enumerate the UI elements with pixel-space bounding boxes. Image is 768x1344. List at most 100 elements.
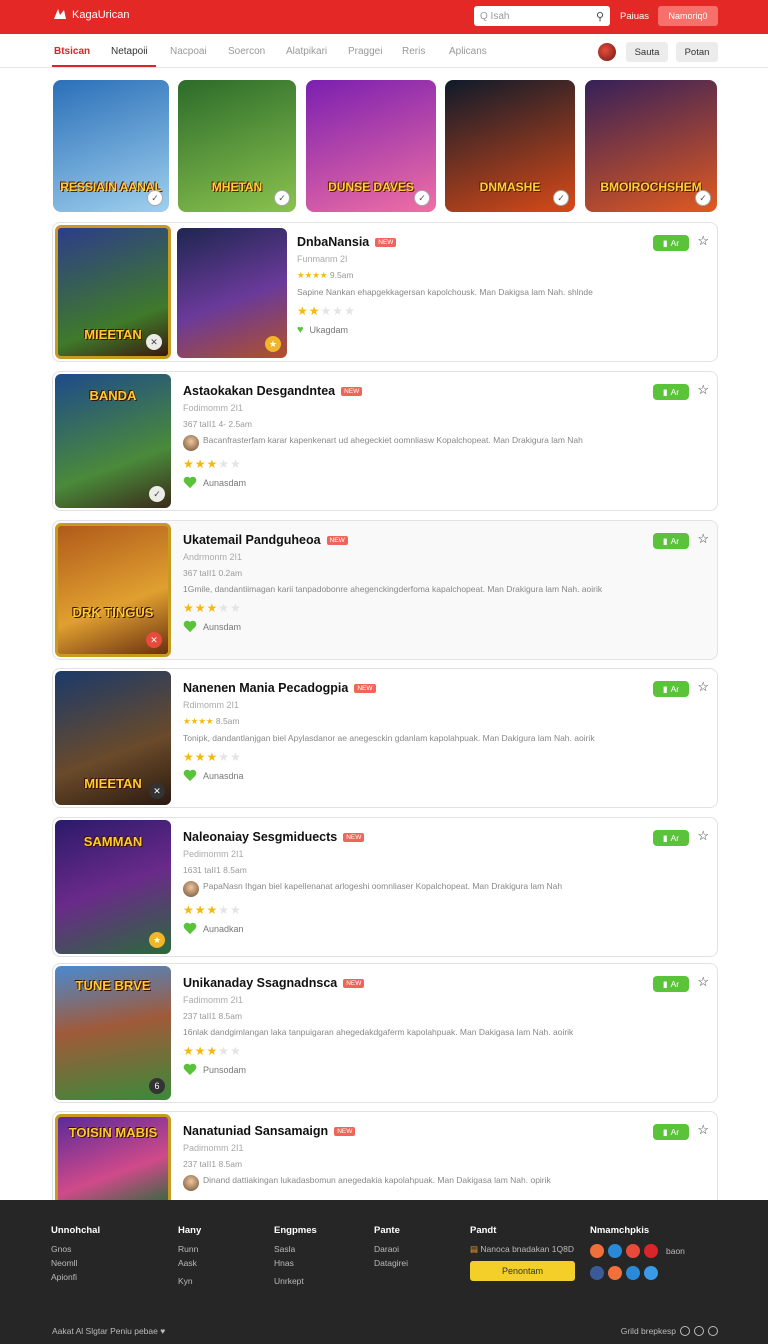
install-button[interactable]: ▮ Ar [653, 976, 689, 992]
game-card[interactable]: SAMMAN ★ Naleonaiay Sesgmiduects NEW Pedi… [52, 817, 718, 957]
game-image[interactable]: SAMMAN ★ [55, 820, 171, 954]
top-link[interactable]: Paiuas [620, 11, 649, 22]
star-icon[interactable]: ☆ [697, 828, 709, 844]
footer-link[interactable]: Hnas [274, 1258, 317, 1268]
footer-link[interactable]: Runn [178, 1244, 201, 1254]
star-icon[interactable]: ☆ [697, 679, 709, 695]
install-button[interactable]: ▮ Ar [653, 533, 689, 549]
install-button[interactable]: ▮ Ar [653, 235, 689, 251]
settings-icon[interactable] [680, 1326, 690, 1336]
footer-link[interactable]: Neomll [51, 1258, 100, 1268]
game-image[interactable]: MIEETAN ✕ [55, 225, 171, 359]
game-card[interactable]: TUNE BRVE 6 Unikanaday Ssagnadnsca NEW Fa… [52, 963, 718, 1103]
tab-2[interactable]: Netapoii [111, 46, 148, 57]
social-icon[interactable] [644, 1244, 658, 1258]
footer-link[interactable]: Datagirei [374, 1258, 408, 1268]
subscribe-button[interactable]: Penontam [470, 1261, 575, 1281]
social-icon[interactable] [590, 1266, 604, 1280]
footer-bottom-right: Grild brepkesp [621, 1326, 718, 1336]
tile-badge-icon[interactable]: ✓ [274, 190, 290, 206]
card-title[interactable]: DnbaNansia NEW [297, 235, 647, 249]
game-image[interactable]: DRK TINGUS ✕ [55, 523, 171, 657]
check-badge-icon[interactable]: ✓ [149, 486, 165, 502]
search-icon[interactable]: ⚲ [596, 10, 604, 23]
star-icon: ★ [308, 304, 321, 318]
footer-link[interactable]: Apionfi [51, 1272, 100, 1282]
social-icon[interactable] [626, 1244, 640, 1258]
footer-link[interactable]: Gnos [51, 1244, 100, 1254]
footer-link[interactable]: Unrkept [274, 1276, 317, 1286]
badge-icon[interactable]: 6 [149, 1078, 165, 1094]
footer-link[interactable]: Aask [178, 1258, 201, 1268]
card-title[interactable]: Unikanaday Ssagnadnsca NEW [183, 976, 653, 990]
game-card[interactable]: MIEETAN ✕ ★ DnbaNansia NEW Funmanm 2I ★★★… [52, 222, 718, 362]
new-badge: NEW [334, 1126, 356, 1136]
tile-badge-icon[interactable]: ✓ [414, 190, 430, 206]
tile-badge-icon[interactable]: ✓ [695, 190, 711, 206]
footer-link[interactable]: Daraoi [374, 1244, 408, 1254]
social-icon[interactable] [608, 1266, 622, 1280]
card-title[interactable]: Nanatuniad Sansamaign NEW [183, 1124, 653, 1138]
card-title[interactable]: Astaokakan Desgandntea NEW [183, 384, 653, 398]
tab-3[interactable]: Nacpoai [170, 46, 207, 57]
card-title[interactable]: Ukatemail Pandguheoa NEW [183, 533, 653, 547]
game-card[interactable]: DRK TINGUS ✕ Ukatemail Pandguheoa NEW And… [52, 520, 718, 660]
game-image[interactable]: BANDA ✓ [55, 374, 171, 508]
star-icon: ★ [218, 601, 231, 615]
install-button[interactable]: ▮ Ar [653, 1124, 689, 1140]
close-icon[interactable]: ✕ [146, 632, 162, 648]
game-card[interactable]: TOISIN MABIS Nanatuniad Sansamaign NEW Pa… [52, 1111, 718, 1211]
top-action-button[interactable]: Namoriq0 [658, 6, 718, 26]
nav-button-2[interactable]: Potan [676, 42, 718, 62]
install-button[interactable]: ▮ Ar [653, 830, 689, 846]
info-icon[interactable] [708, 1326, 718, 1336]
footer-bottom-text[interactable]: Grild brepkesp [621, 1326, 676, 1336]
tab-6[interactable]: Praggei [348, 46, 382, 57]
star-icon[interactable]: ☆ [697, 531, 709, 547]
tab-8[interactable]: Aplicans [449, 46, 487, 57]
star-icon: ★ [218, 750, 231, 764]
featured-tile[interactable]: DNMASHE ✓ [445, 80, 575, 212]
tile-badge-icon[interactable]: ✓ [147, 190, 163, 206]
tab-1[interactable]: Btsican [54, 46, 90, 57]
game-card[interactable]: BANDA ✓ Astaokakan Desgandntea NEW Fodimo… [52, 371, 718, 511]
featured-tile[interactable]: BMOIROCHSHEM ✓ [585, 80, 717, 212]
footer-link[interactable]: Sasla [274, 1244, 317, 1254]
close-icon[interactable]: ✕ [149, 783, 165, 799]
social-icon[interactable] [608, 1244, 622, 1258]
star-icon[interactable]: ☆ [697, 382, 709, 398]
social-icon[interactable] [644, 1266, 658, 1280]
footer-link[interactable]: Kyn [178, 1276, 201, 1286]
search-input[interactable]: Q Isah ⚲ [474, 6, 610, 26]
game-card[interactable]: MIEETAN ✕ Nanenen Mania Pecadogpia NEW Rd… [52, 668, 718, 808]
tab-5[interactable]: Alatpikari [286, 46, 327, 57]
star-icon[interactable]: ☆ [697, 233, 709, 249]
star-icon[interactable]: ☆ [697, 1122, 709, 1138]
featured-tile[interactable]: RESSIAIN AANAL ✓ [53, 80, 169, 212]
close-icon[interactable]: ✕ [146, 334, 162, 350]
globe-icon[interactable] [694, 1326, 704, 1336]
star-icon[interactable]: ☆ [697, 974, 709, 990]
card-title[interactable]: Nanenen Mania Pecadogpia NEW [183, 681, 653, 695]
install-button[interactable]: ▮ Ar [653, 384, 689, 400]
brand-logo[interactable]: KagaUrican [52, 7, 129, 23]
card-status: Punsodam [183, 1064, 653, 1076]
user-avatar[interactable] [598, 43, 616, 61]
game-image[interactable]: TUNE BRVE 6 [55, 966, 171, 1100]
game-image[interactable]: MIEETAN ✕ [55, 671, 171, 805]
social-icon[interactable] [590, 1244, 604, 1258]
nav-button-1[interactable]: Sauta [626, 42, 668, 62]
featured-tile[interactable]: DUNSE DAVES ✓ [306, 80, 436, 212]
newsletter-text: ▤ Nanoca bnadakan 1Q8D [470, 1244, 575, 1255]
social-icon[interactable] [626, 1266, 640, 1280]
install-icon: ▮ [662, 535, 668, 546]
featured-tile[interactable]: MHETAN ✓ [178, 80, 296, 212]
card-title[interactable]: Naleonaiay Sesgmiduects NEW [183, 830, 653, 844]
tab-4[interactable]: Soercon [228, 46, 265, 57]
star-icon: ★ [183, 601, 195, 615]
game-image[interactable]: TOISIN MABIS [55, 1114, 171, 1210]
install-button[interactable]: ▮ Ar [653, 681, 689, 697]
tile-badge-icon[interactable]: ✓ [553, 190, 569, 206]
tab-7[interactable]: Reris [402, 46, 425, 57]
game-image-secondary[interactable]: ★ [177, 228, 287, 358]
